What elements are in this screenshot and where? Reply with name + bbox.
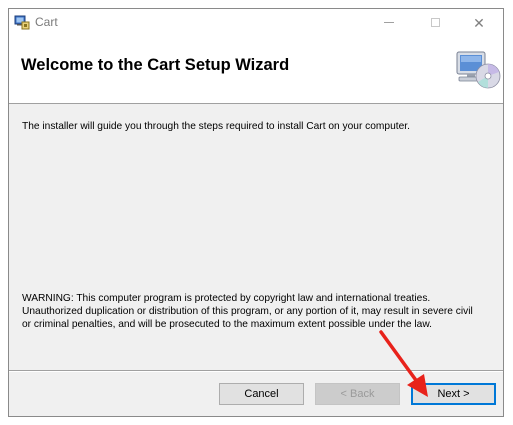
wizard-title: Welcome to the Cart Setup Wizard — [21, 56, 290, 74]
wizard-banner: Welcome to the Cart Setup Wizard — [9, 36, 503, 104]
maximize-icon — [430, 18, 440, 27]
footer-divider — [9, 370, 503, 372]
wizard-content: The installer will guide you through the… — [9, 104, 503, 360]
window-title: Cart — [35, 15, 58, 29]
minimize-icon — [384, 22, 394, 23]
installer-window: Cart ✕ Welcome to the Cart Setup Wizard … — [8, 8, 504, 417]
copyright-warning: WARNING: This computer program is protec… — [22, 292, 492, 331]
warning-line: or criminal penalties, and will be prose… — [22, 319, 432, 330]
installer-app-icon — [14, 15, 30, 30]
next-button[interactable]: Next > — [411, 383, 496, 405]
close-icon: ✕ — [473, 14, 485, 31]
title-bar[interactable]: Cart ✕ — [9, 9, 503, 36]
intro-text: The installer will guide you through the… — [22, 121, 410, 132]
warning-line: Unauthorized duplication or distribution… — [22, 306, 473, 317]
back-button[interactable]: < Back — [315, 383, 400, 405]
cancel-button[interactable]: Cancel — [219, 383, 304, 405]
close-button[interactable]: ✕ — [457, 9, 501, 36]
warning-line: WARNING: This computer program is protec… — [22, 293, 431, 304]
maximize-button[interactable] — [413, 9, 457, 36]
minimize-button[interactable] — [367, 9, 411, 36]
computer-cd-icon — [456, 51, 501, 89]
